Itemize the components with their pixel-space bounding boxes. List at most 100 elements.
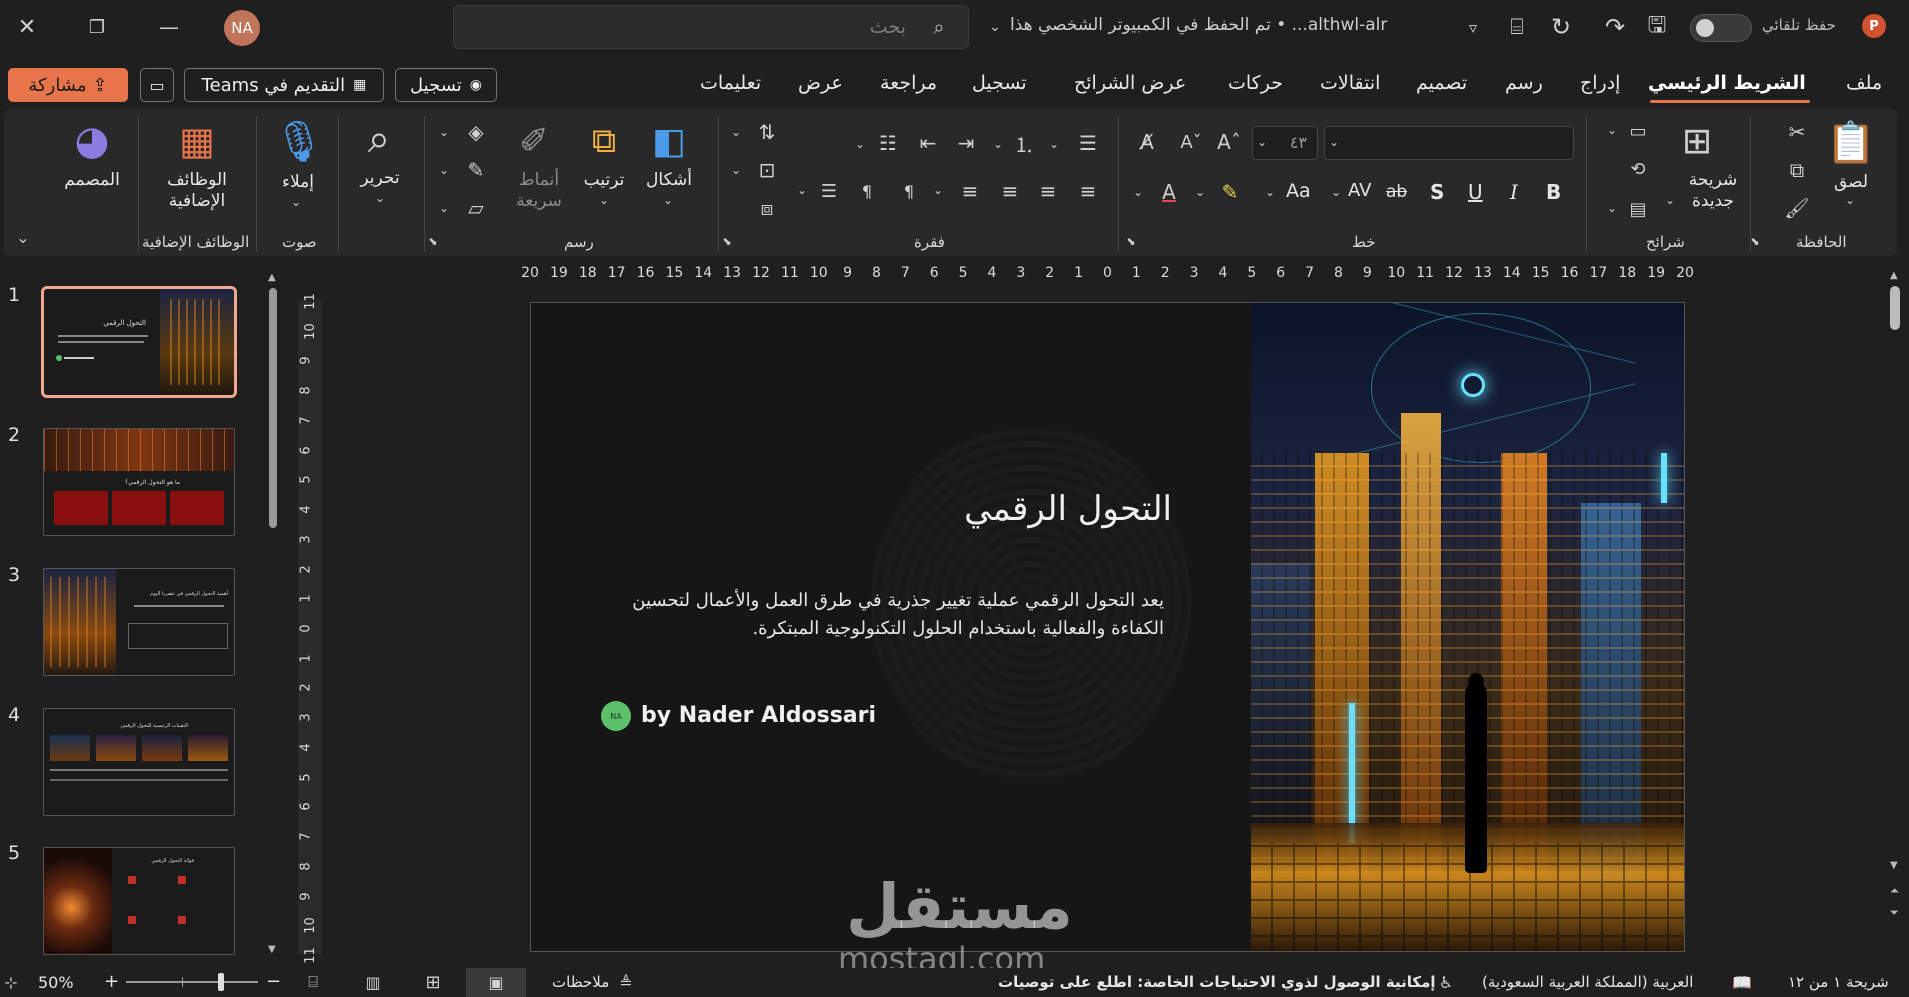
align-right-icon[interactable]: ≡ (1074, 178, 1102, 204)
slide-title[interactable]: التحول الرقمي (964, 489, 1172, 529)
present-icon[interactable]: ⌸ (1500, 10, 1534, 44)
customize-toolbar-icon[interactable]: ▿ (1460, 14, 1486, 40)
line-spacing-icon[interactable]: ☷ (874, 130, 902, 156)
tab-view[interactable]: عرض (798, 72, 843, 94)
bold-button[interactable]: B (1546, 180, 1561, 204)
chevron-down-icon[interactable]: ⌄ (436, 162, 452, 178)
zoom-in-icon[interactable]: + (104, 971, 119, 992)
tab-insert[interactable]: إدراج (1580, 72, 1620, 94)
bullets-icon[interactable]: ☰ (1074, 130, 1102, 156)
chevron-down-icon[interactable]: ⌄ (990, 136, 1006, 152)
align-center-icon[interactable]: ≡ (1034, 178, 1062, 204)
increase-indent-icon[interactable]: ⇥ (952, 130, 980, 156)
smartart-icon[interactable]: ⧈ (752, 194, 782, 222)
align-text-icon[interactable]: ⊡ (752, 156, 782, 184)
zoom-slider-thumb[interactable] (218, 973, 224, 991)
chevron-down-icon[interactable]: ⌄ (930, 182, 946, 198)
slide-thumbnail-2[interactable]: ما هو التحول الرقمي؟ (43, 428, 235, 536)
italic-button[interactable]: I (1510, 180, 1518, 204)
scroll-down-icon[interactable]: ▼ (268, 944, 276, 955)
arrange-icon[interactable]: ⧉ (580, 116, 628, 166)
tab-animations[interactable]: حركات (1228, 72, 1283, 94)
new-slide-icon[interactable]: ⊞ (1670, 116, 1724, 166)
chevron-down-icon[interactable]: ⌄ (1326, 134, 1342, 150)
save-icon[interactable]: 🖫 (1640, 10, 1674, 44)
zoom-slider[interactable] (126, 973, 258, 991)
slide-thumbnail-3[interactable]: أهمية التحول الرقمي في عصرنا اليوم (43, 568, 235, 676)
scroll-up-icon[interactable]: ▲ (268, 272, 276, 283)
chevron-down-icon[interactable]: ⌄ (1254, 134, 1270, 150)
dialog-launcher-icon[interactable]: ⬊ (1748, 234, 1762, 248)
rtl-icon[interactable]: ¶ (854, 178, 880, 204)
new-slide-label[interactable]: شريحة جديدة (1680, 170, 1746, 212)
microphone-icon[interactable]: 🎙 (274, 116, 325, 166)
tab-help[interactable]: تعليمات (700, 72, 761, 94)
reading-view-icon[interactable]: ▥ (360, 970, 386, 994)
chevron-down-icon[interactable]: ⌄ (436, 200, 452, 216)
cut-icon[interactable]: ✂ (1782, 118, 1812, 146)
change-case-button[interactable]: Aa (1286, 180, 1311, 202)
shape-outline-icon[interactable]: ✎ (462, 156, 490, 184)
decrease-font-icon[interactable]: Aˇ (1176, 128, 1206, 156)
chevron-down-icon[interactable]: ⌄ (852, 136, 868, 152)
author-name[interactable]: by Nader Aldossari (641, 703, 876, 728)
chevron-down-icon[interactable]: ⌄ (1046, 136, 1062, 152)
thumb-scrollbar[interactable]: ▲ ▼ (268, 272, 278, 955)
ribbon-expand-icon[interactable]: ⌄ (12, 226, 34, 248)
presenter-view-icon[interactable]: ⌸ (300, 970, 326, 994)
reset-icon[interactable]: ⟲ (1624, 156, 1652, 182)
section-icon[interactable]: ▤ (1624, 196, 1652, 222)
fit-slide-icon[interactable]: ⊹ (0, 970, 22, 994)
chevron-down-icon[interactable]: ⌄ (1262, 184, 1278, 200)
format-painter-icon[interactable]: 🖌 (1782, 194, 1812, 222)
slide-thumbnail-5[interactable]: فوائد التحول الرقمي (43, 847, 235, 955)
record-button[interactable]: تسجيل ◉ (395, 68, 497, 102)
next-slide-icon[interactable]: ⏷ (1890, 906, 1899, 920)
underline-button[interactable]: U (1468, 180, 1483, 204)
chevron-down-icon[interactable]: ⌄ (1328, 184, 1344, 200)
paste-icon[interactable]: 📋 (1826, 116, 1876, 168)
chevron-down-icon[interactable]: ⌄ (1604, 122, 1620, 138)
find-icon[interactable]: ⌕ (352, 114, 406, 164)
ltr-icon[interactable]: ¶ (896, 178, 922, 204)
chevron-down-icon[interactable]: ⌄ (728, 162, 744, 178)
addins-label[interactable]: الوظائف الإضافية (156, 170, 238, 212)
autosave-toggle[interactable] (1690, 14, 1752, 42)
chevron-down-icon[interactable]: ⌄ (372, 190, 388, 206)
slide-thumbnail-1[interactable]: التحول الرقمي (41, 286, 237, 398)
addins-icon[interactable]: ▦ (170, 116, 224, 166)
present-teams-button[interactable]: التقديم في Teams ▦ (184, 68, 384, 102)
notes-label[interactable]: ملاحظات (552, 973, 609, 991)
avatar[interactable]: NA (224, 10, 260, 46)
designer-label[interactable]: المصمم (56, 170, 128, 191)
chevron-down-icon[interactable]: ⌄ (985, 14, 1005, 40)
quick-styles-label[interactable]: أنماط سريعة (512, 170, 566, 212)
increase-font-icon[interactable]: Aˆ (1214, 128, 1244, 156)
minimize-icon[interactable]: — (152, 10, 186, 44)
normal-view-button[interactable]: ▣ (466, 968, 526, 997)
chevron-down-icon[interactable]: ⌄ (1192, 184, 1208, 200)
tab-slideshow[interactable]: عرض الشرائح (1074, 72, 1186, 94)
chevron-down-icon[interactable]: ⌄ (436, 124, 452, 140)
numbering-icon[interactable]: ⒈ (1010, 130, 1038, 157)
shape-fill-icon[interactable]: ◈ (462, 118, 490, 146)
tab-home[interactable]: الشريط الرئيسي (1648, 72, 1806, 94)
comments-button[interactable]: ▭ (140, 68, 174, 102)
scroll-thumb[interactable] (1890, 286, 1900, 330)
layout-icon[interactable]: ▭ (1624, 118, 1652, 144)
shapes-label[interactable]: أشكال (636, 170, 702, 191)
dialog-launcher-icon[interactable]: ⬊ (720, 234, 734, 248)
columns-icon[interactable]: ☰ (816, 178, 842, 204)
prev-slide-icon[interactable]: ⏶ (1890, 884, 1899, 898)
spelling-icon[interactable]: 📖 (1730, 970, 1754, 994)
slide-thumbnail-4[interactable]: التقنيات الرئيسية للتحول الرقمي (43, 708, 235, 816)
editor-scrollbar[interactable]: ▲ ▼ ⏶ ⏷ (1888, 270, 1902, 960)
slide-body[interactable]: يعد التحول الرقمي عملية تغيير جذرية في ط… (604, 587, 1164, 643)
text-direction-icon[interactable]: ⇅ (752, 118, 782, 146)
chevron-down-icon[interactable]: ⌄ (288, 194, 304, 210)
justify-icon[interactable]: ≡ (956, 178, 984, 204)
tab-design[interactable]: تصميم (1416, 72, 1467, 94)
scroll-up-icon[interactable]: ▲ (1890, 270, 1898, 281)
chevron-down-icon[interactable]: ⌄ (1130, 184, 1146, 200)
dictate-label[interactable]: إملاء (268, 172, 328, 193)
